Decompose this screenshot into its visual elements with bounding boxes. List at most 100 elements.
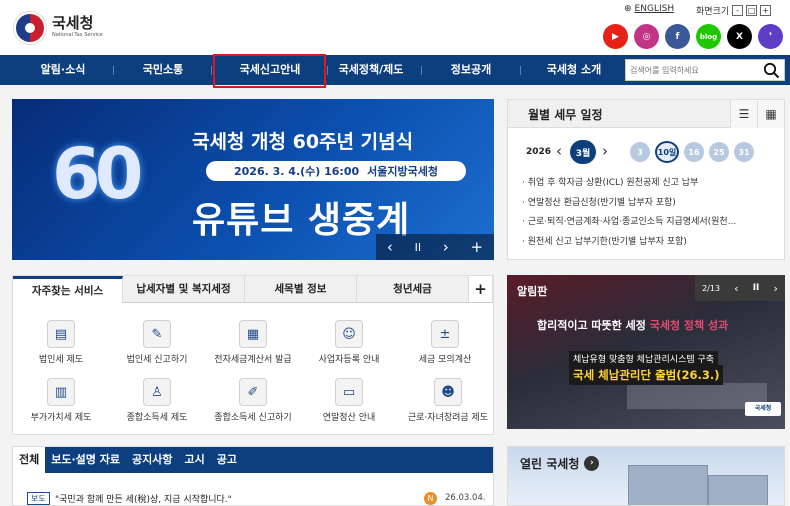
service-corporate-filing[interactable]: ✎ 법인세 신고하기 [113,320,201,365]
logo-subtitle: National Tax Service [52,32,103,38]
banner-prev-button[interactable]: ‹ [387,238,393,256]
schedule-day[interactable]: 31 [734,142,754,162]
current-month[interactable]: 3월 [570,140,596,164]
news-tab-notifications[interactable]: 고시 [178,447,210,473]
schedule-item[interactable]: · 근로·퇴직·연금계좌·사업·종교인소득 지급명세서(원천... [522,213,780,233]
schedule-item[interactable]: · 취업 후 학자금 상환(ICL) 원천공제 신고 납부 [522,174,780,194]
tab-frequent-services[interactable]: 자주찾는 서비스 [13,276,123,303]
slide-counter: 2/13 [702,283,721,293]
news-tab-notices[interactable]: 공지사항 [126,447,178,473]
list-view-icon[interactable]: ☰ [730,100,757,128]
service-incentive[interactable]: ☻ 근로·자녀장려금 제도 [401,378,495,423]
tab-taxpayer-welfare[interactable]: 납세자별 및 복지세정 [123,276,245,303]
calendar-view-icon[interactable]: ▦ [757,100,784,128]
next-slide-icon[interactable]: › [774,282,778,295]
globe-icon: ⊕ [624,4,632,14]
service-label: 근로·자녀장려금 제도 [407,413,489,423]
service-tax-simulation[interactable]: ± 세금 모의계산 [401,320,489,365]
notice-board-controls: 2/13 ‹ II › [695,275,785,301]
zoom-reset-button[interactable]: □ [746,5,758,16]
open-nts-banner[interactable]: 열린 국세청 › [507,446,785,506]
service-label: 부가가치세 제도 [30,413,92,423]
nav-item-news[interactable]: 알림·소식 [22,55,104,85]
document-search-icon: ▤ [47,320,75,348]
facebook-icon[interactable]: f [665,24,690,49]
youtube-icon[interactable]: ▶ [603,24,628,49]
service-business-registration[interactable]: ☺ 사업자등록 안내 [305,320,393,365]
schedule-item[interactable]: · 원천세 신고 납부기한(반기별 납부자 포함) [522,233,780,253]
news-tab-press[interactable]: 보도·설명 자료 [45,447,126,473]
id-card-icon: ☺ [335,320,363,348]
news-date: 26.03.04. [445,493,486,503]
schedule-day[interactable]: 16 [684,142,704,162]
talk-icon[interactable]: ❜ [758,24,783,49]
logo-title[interactable]: 국세청 [52,12,93,33]
service-label: 종합소득세 제도 [126,413,188,423]
nav-item-about[interactable]: 국세청 소개 [528,55,620,85]
service-year-end-settlement[interactable]: ▭ 연말정산 안내 [305,378,393,423]
news-tab-announcements[interactable]: 공고 [211,447,243,473]
schedule-day[interactable]: 10일 [655,141,679,163]
schedule-day[interactable]: 3 [630,142,650,162]
logo-emblem-icon[interactable] [14,12,46,44]
schedule-item[interactable]: · 연말정산 환급신청(반기별 납부자 포함) [522,194,780,214]
news-tab-all[interactable]: 전체 [13,447,46,473]
search-box [625,59,785,81]
service-income-filing[interactable]: ✐ 종합소득세 신고하기 [209,378,297,423]
instagram-icon[interactable]: ◎ [634,24,659,49]
zoom-out-button[interactable]: - [732,5,744,16]
service-income-tax[interactable]: ♙ 종합소득세 제도 [113,378,201,423]
nav-divider [211,66,212,75]
building-graphic [708,475,768,505]
notice-board-banner[interactable]: 알림판 2/13 ‹ II › 합리적이고 따뜻한 세정 국세청 정책 성과 체… [507,275,785,429]
notice-main-text: 국세 체납관리단 출범(26.3.) [569,365,724,385]
service-label: 전자세금계산서 발급 [214,355,292,365]
pause-slide-icon[interactable]: II [753,283,760,293]
banner-next-button[interactable]: › [443,238,449,256]
nav-item-communication[interactable]: 국민소통 [122,55,204,85]
english-link[interactable]: ⊕ ENGLISH [624,4,674,14]
tab-tax-items[interactable]: 세목별 정보 [245,276,357,303]
tab-more-button[interactable]: + [469,276,493,303]
search-input[interactable] [630,62,755,78]
schedule-list: · 취업 후 학자금 상환(ICL) 원천공제 신고 납부 · 연말정산 환급신… [522,174,780,252]
banner-place: 서울지방국세청 [367,165,438,178]
service-corporate-tax[interactable]: ▤ 법인세 제도 [17,320,105,365]
next-month-icon[interactable]: › [602,142,608,160]
nts-logo: 국세청 [745,402,781,416]
monitor-icon: ▭ [335,378,363,406]
english-label: ENGLISH [634,4,675,14]
search-icon[interactable] [763,62,780,79]
banner-more-button[interactable]: + [471,238,484,256]
news-panel: 전체 보도·설명 자료 공지사항 고시 공고 보도 "국민과 함께 만든 세(稅… [12,446,494,506]
news-badge: 보도 [27,492,50,505]
arrow-right-icon[interactable]: › [584,456,600,471]
prev-month-icon[interactable]: ‹ [556,142,562,160]
service-e-invoice[interactable]: ▦ 전자세금계산서 발급 [209,320,297,365]
open-nts-label: 열린 국세청 [520,457,580,471]
calculator-icon: ± [431,320,459,348]
nav-divider [421,66,422,75]
blog-icon[interactable]: blog [696,24,721,49]
open-nts-title[interactable]: 열린 국세청 › [520,455,600,472]
nav-divider [113,66,114,75]
highlight-box [213,54,326,88]
service-label: 세금 모의계산 [418,355,472,365]
banner-title: 국세청 개청 60주년 기념식 [192,131,414,153]
prev-slide-icon[interactable]: ‹ [734,282,738,295]
form-edit-icon: ✐ [239,378,267,406]
banner-controls: ‹ II › + [376,234,494,260]
news-item-link[interactable]: "국민과 함께 만든 세(稅)상, 지금 시작합니다." [55,492,232,505]
service-vat[interactable]: ▥ 부가가치세 제도 [17,378,105,423]
zoom-in-button[interactable]: + [760,5,772,16]
document-edit-icon: ✎ [143,320,171,348]
calendar-year: 2026 [526,147,552,157]
banner-pause-button[interactable]: II [415,241,422,254]
nav-item-disclosure[interactable]: 정보공개 [430,55,512,85]
new-badge: N [424,492,437,505]
schedule-day[interactable]: 25 [709,142,729,162]
person-coin-icon: ♙ [143,378,171,406]
nav-item-policy[interactable]: 국세정책/제도 [330,55,412,85]
tab-youth-tax[interactable]: 청년세금 [357,276,469,303]
x-icon[interactable]: X [727,24,752,49]
